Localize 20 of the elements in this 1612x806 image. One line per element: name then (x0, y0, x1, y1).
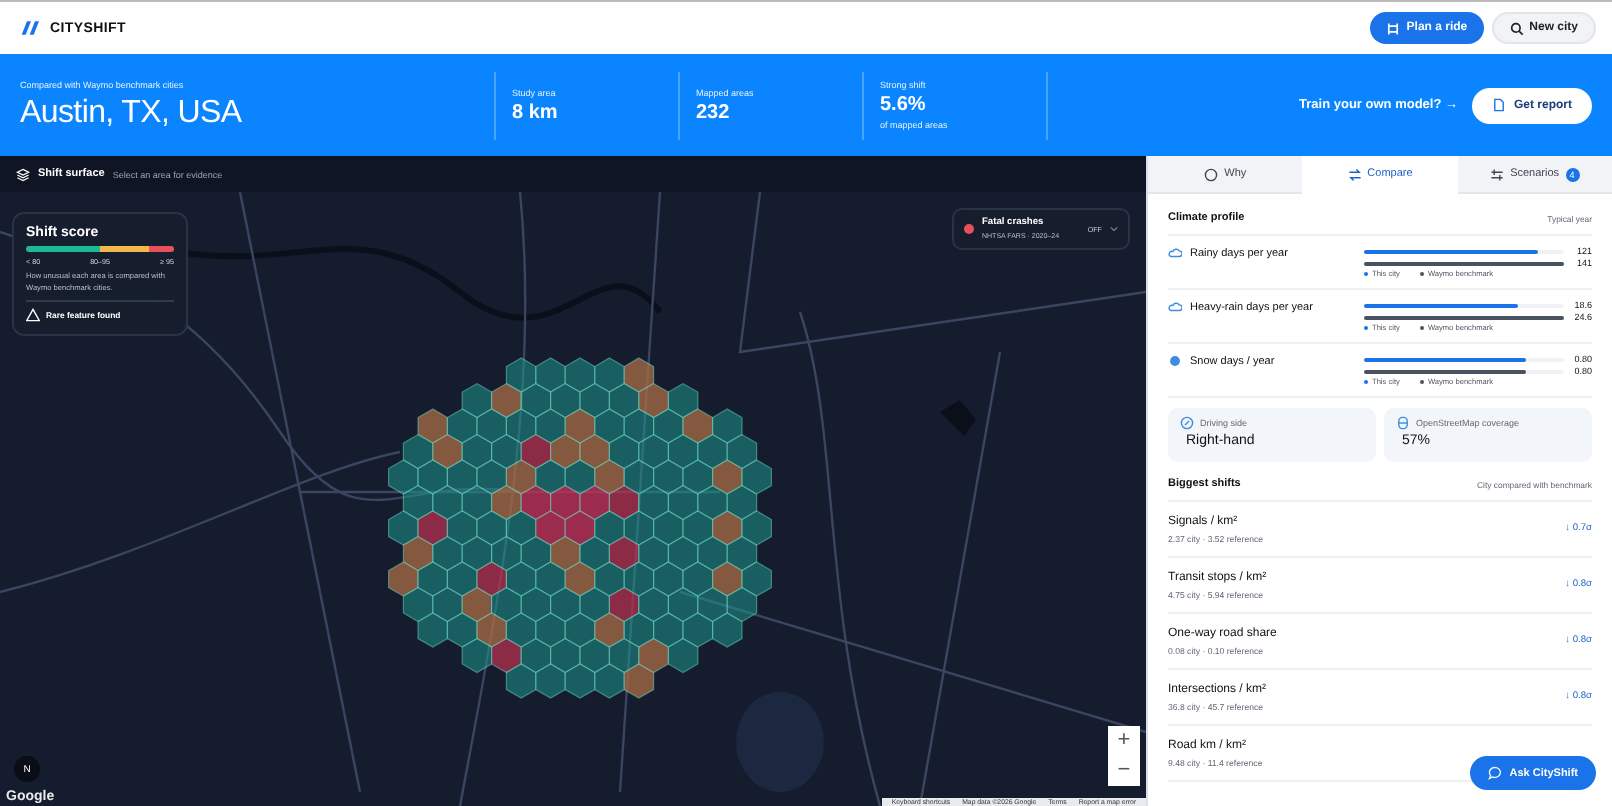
stat-value: 232 (696, 101, 732, 123)
cloud-icon (1168, 300, 1182, 314)
document-icon (1491, 98, 1506, 112)
hexbin-drawing[interactable] (388, 357, 772, 699)
layers-icon (16, 167, 30, 181)
stat-value: 8 km (512, 101, 560, 123)
database-icon (1396, 416, 1410, 430)
chat-icon (1487, 766, 1502, 780)
warning-icon (26, 308, 40, 322)
question-icon (1204, 167, 1219, 181)
caret-icon (1110, 226, 1118, 232)
sliders-icon (1490, 167, 1505, 181)
swap-icon (1347, 167, 1362, 181)
cloud-icon (1168, 246, 1182, 260)
stat-value: 5.6% (880, 94, 928, 116)
city-name: Austin, TX, USA (20, 95, 244, 131)
map-drawing[interactable] (0, 192, 1146, 806)
logo-icon (20, 20, 42, 36)
search-icon (1509, 21, 1524, 35)
compass-icon (1180, 416, 1194, 430)
